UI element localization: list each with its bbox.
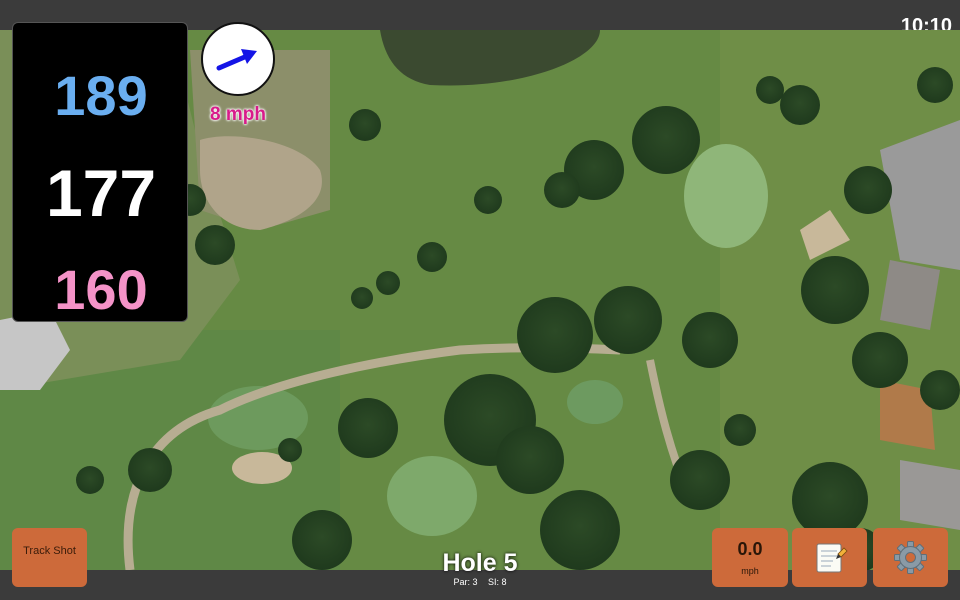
center-distance: 177 (45, 156, 157, 230)
front-distance: 160 (54, 258, 148, 321)
wind-indicator (201, 22, 275, 96)
notes-button[interactable] (792, 528, 867, 587)
wind-speed-label: 8 mph (210, 104, 266, 125)
track-shot-button[interactable]: Track Shot (12, 528, 87, 587)
speed-value: 0.0 (737, 539, 763, 559)
gear-icon (894, 541, 927, 574)
hole-par: Par: 3 (453, 577, 478, 587)
speed-unit: mph (741, 566, 759, 576)
track-shot-label: Track Shot (23, 545, 76, 557)
wind-direction-arrow-icon (216, 49, 257, 71)
yardage-panel: 189 177 160 (12, 22, 188, 322)
hole-stroke-index: SI: 8 (488, 577, 507, 587)
speed-button[interactable]: 0.0 mph (712, 528, 788, 587)
hole-info: Par: 3 SI: 8 (380, 577, 580, 587)
settings-button[interactable] (873, 528, 948, 587)
back-distance: 189 (54, 64, 148, 127)
hole-title: Hole 5 (442, 549, 518, 577)
notepad-icon (816, 543, 848, 573)
